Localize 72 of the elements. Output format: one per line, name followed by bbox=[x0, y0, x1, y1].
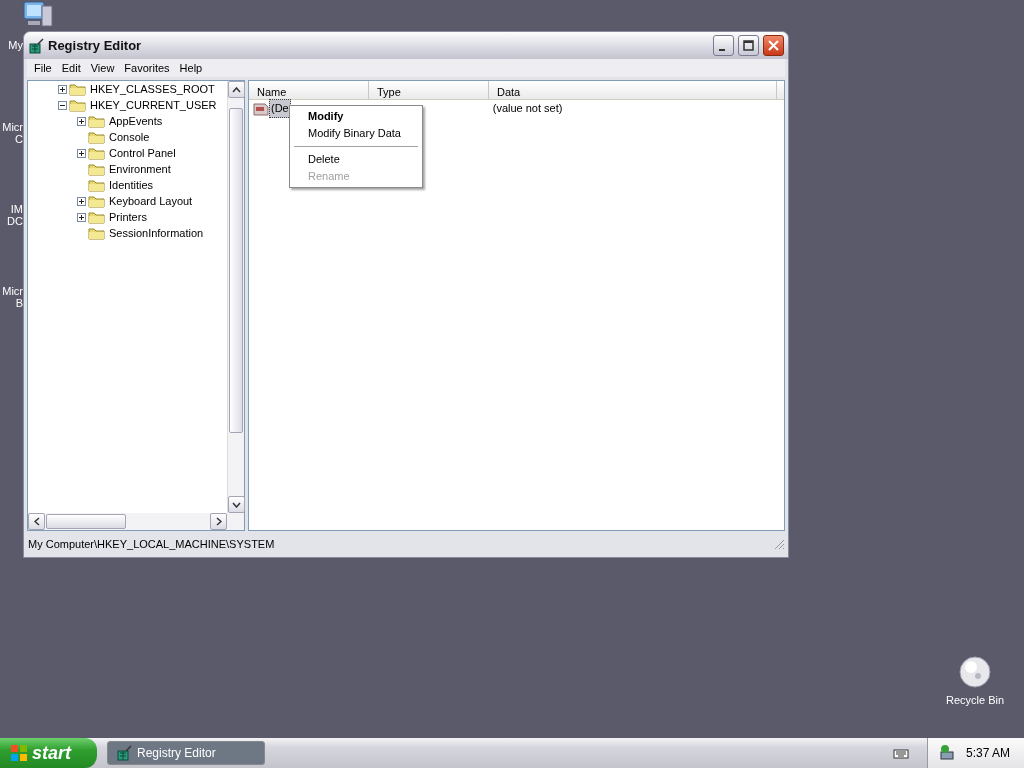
desktop-icon-label[interactable]: My bbox=[0, 39, 23, 51]
recycle-bin-icon[interactable] bbox=[959, 656, 991, 688]
registry-app-icon bbox=[116, 745, 132, 761]
folder-icon bbox=[88, 162, 105, 176]
expand-icon[interactable] bbox=[58, 84, 67, 94]
close-button[interactable] bbox=[763, 35, 784, 56]
clock[interactable]: 5:37 AM bbox=[965, 744, 1010, 762]
tree-item[interactable]: Printers bbox=[109, 208, 147, 226]
tree-item[interactable]: Identities bbox=[109, 176, 154, 194]
window-title: Registry Editor bbox=[48, 36, 143, 55]
tree-item[interactable]: Keyboard Layout bbox=[109, 192, 193, 210]
tree-item[interactable]: Control Panel bbox=[109, 144, 176, 162]
folder-icon bbox=[88, 114, 105, 128]
scroll-right-button[interactable] bbox=[210, 513, 227, 530]
tree-item[interactable]: SessionInformation bbox=[109, 224, 204, 242]
chevron-left-icon bbox=[33, 517, 40, 526]
scroll-up-button[interactable] bbox=[228, 81, 245, 98]
folder-icon bbox=[88, 226, 105, 240]
maximize-button[interactable] bbox=[738, 35, 759, 56]
tree-item[interactable]: HKEY_CURRENT_USER bbox=[90, 96, 217, 114]
chevron-up-icon bbox=[232, 86, 241, 93]
desktop-icon-label[interactable]: Micr C bbox=[0, 121, 23, 145]
expand-icon[interactable] bbox=[77, 116, 86, 126]
menu-item[interactable]: Help bbox=[174, 59, 208, 77]
column-header[interactable]: Type bbox=[369, 81, 489, 99]
desktop-icon-label[interactable]: Micr B bbox=[0, 285, 23, 309]
value-data: (value not set) bbox=[492, 101, 563, 117]
scroll-left-button[interactable] bbox=[28, 513, 45, 530]
recycle-bin-label[interactable]: Recycle Bin bbox=[940, 692, 1010, 709]
tree-item[interactable]: HKEY_CLASSES_ROOT bbox=[90, 81, 215, 98]
chevron-right-icon bbox=[215, 517, 222, 526]
context-menu-item[interactable]: Modify Binary Data bbox=[292, 125, 420, 142]
menu-item[interactable]: Edit bbox=[56, 59, 86, 77]
tree-item[interactable]: AppEvents bbox=[109, 112, 163, 130]
resize-grip-icon[interactable] bbox=[773, 538, 785, 550]
expand-icon[interactable] bbox=[77, 196, 86, 206]
folder-icon bbox=[88, 130, 105, 144]
close-icon bbox=[768, 40, 779, 51]
maximize-icon bbox=[743, 40, 754, 51]
context-menu-item[interactable]: Modify bbox=[292, 108, 420, 125]
status-bar-text: My Computer\HKEY_LOCAL_MACHINE\SYSTEM bbox=[28, 536, 275, 552]
folder-icon bbox=[88, 146, 105, 160]
folder-icon bbox=[88, 178, 105, 192]
taskbar-button[interactable]: Registry Editor bbox=[107, 741, 265, 765]
expand-icon[interactable] bbox=[77, 212, 86, 222]
value-name[interactable]: (De bbox=[269, 99, 291, 118]
windows-logo-icon bbox=[10, 744, 28, 762]
string-value-icon bbox=[253, 101, 269, 116]
scroll-thumb[interactable] bbox=[229, 108, 243, 433]
folder-icon bbox=[88, 210, 105, 224]
folder-icon bbox=[69, 98, 86, 112]
network-icon[interactable] bbox=[937, 744, 956, 762]
minimize-icon bbox=[718, 48, 725, 51]
context-menu-item[interactable]: Delete bbox=[292, 151, 420, 168]
desktop-icon-label[interactable]: IM DC bbox=[0, 203, 23, 227]
tree-item[interactable]: Environment bbox=[109, 160, 171, 178]
scroll-down-button[interactable] bbox=[228, 496, 245, 513]
tree-item[interactable]: Console bbox=[109, 128, 150, 146]
computer-icon[interactable] bbox=[22, 0, 54, 28]
menu-item[interactable]: File bbox=[29, 59, 57, 77]
start-button[interactable]: start bbox=[0, 738, 97, 768]
column-header[interactable]: Data bbox=[489, 81, 777, 99]
expand-icon[interactable] bbox=[77, 148, 86, 158]
folder-icon bbox=[88, 194, 105, 208]
menu-item[interactable]: View bbox=[85, 59, 120, 77]
collapse-icon[interactable] bbox=[58, 100, 67, 110]
minimize-button[interactable] bbox=[713, 35, 734, 56]
scroll-thumb[interactable] bbox=[46, 514, 126, 529]
menu-item[interactable]: Favorites bbox=[119, 59, 175, 77]
registry-app-icon bbox=[28, 37, 44, 54]
folder-icon bbox=[69, 82, 86, 96]
chevron-down-icon bbox=[232, 501, 241, 508]
